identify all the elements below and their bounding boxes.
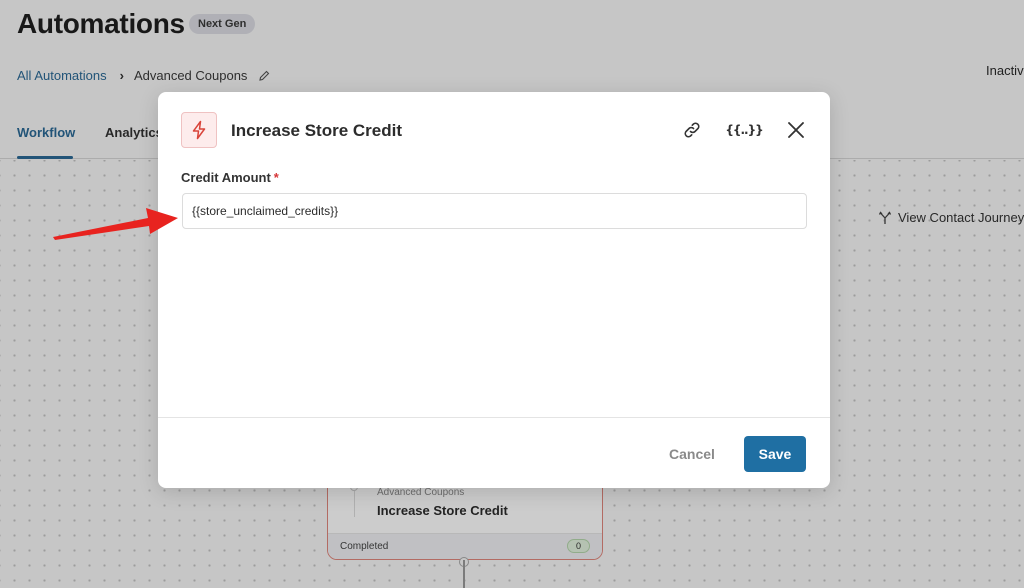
bolt-icon	[181, 112, 217, 148]
credit-amount-label-text: Credit Amount	[181, 170, 271, 185]
modal-footer-divider	[158, 417, 830, 418]
annotation-arrow-icon	[53, 208, 178, 240]
link-icon[interactable]	[679, 118, 705, 142]
close-icon[interactable]	[783, 118, 809, 142]
save-button[interactable]: Save	[744, 436, 806, 472]
increase-store-credit-modal: Increase Store Credit {{..}} Credit Amou…	[158, 92, 830, 488]
credit-amount-input[interactable]	[182, 193, 807, 229]
credit-amount-label: Credit Amount *	[181, 170, 279, 185]
merge-tags-glyph: {{..}}	[725, 123, 763, 137]
merge-tags-icon[interactable]: {{..}}	[725, 118, 763, 142]
required-marker: *	[273, 170, 279, 185]
modal-title: Increase Store Credit	[231, 121, 403, 140]
cancel-button[interactable]: Cancel	[658, 436, 726, 472]
